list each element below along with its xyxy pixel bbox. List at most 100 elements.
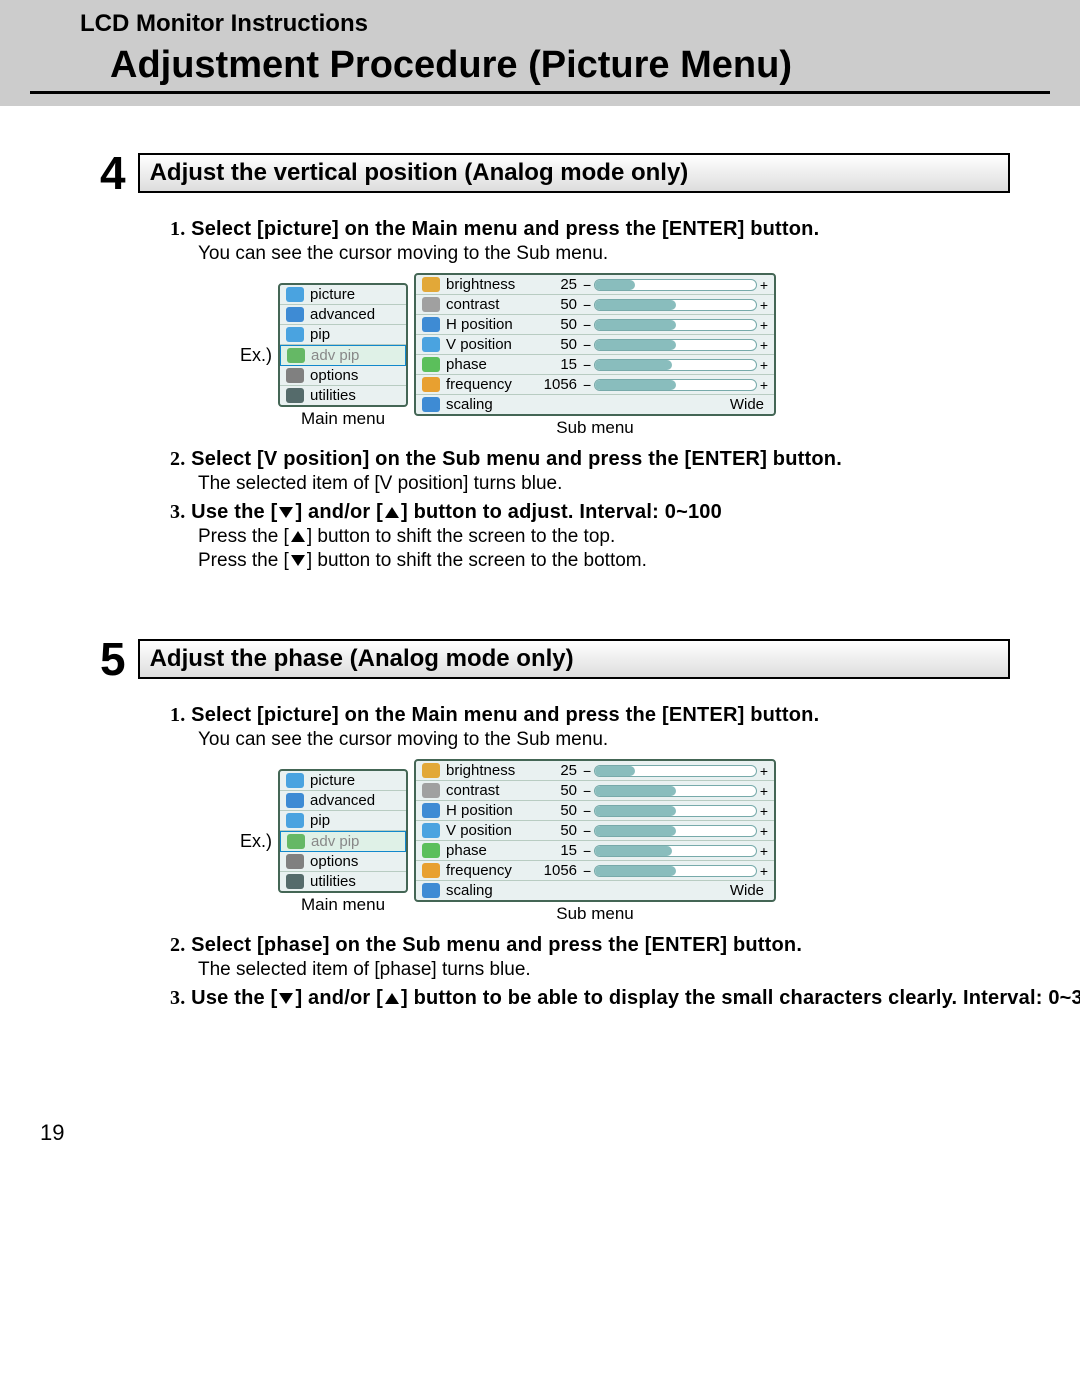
plus-icon: + [760,317,768,333]
step-text: 1. Select [picture] on the Main menu and… [170,218,1040,241]
sub-item-value: 50 [537,296,577,313]
sub-item-value: 50 [537,316,577,333]
menu-item-label: advanced [310,792,375,809]
main-menu-item[interactable]: picture [280,771,406,791]
sub-item-label: phase [446,356,531,373]
sub-item-icon [422,297,440,312]
main-menu-item[interactable]: advanced [280,791,406,811]
main-menu-item[interactable]: options [280,852,406,872]
menu-item-icon [286,854,304,869]
slider-track[interactable] [594,845,757,857]
sub-menu-panel: brightness 25 − + contrast 50 − + H po [414,759,776,902]
sub-item-icon [422,863,440,878]
main-menu-caption: Main menu [301,895,385,915]
sub-item-icon [422,843,440,858]
sub-menu-item[interactable]: V position 50 − + [416,821,774,841]
menu-item-icon [286,287,304,302]
minus-icon: − [583,863,591,879]
sub-item-label: scaling [446,396,531,413]
sub-item-value: 1056 [537,862,577,879]
menu-item-label: options [310,853,358,870]
slider-track[interactable] [594,299,757,311]
slider-track[interactable] [594,785,757,797]
section-number: 5 [100,632,126,686]
minus-icon: − [583,297,591,313]
plus-icon: + [760,783,768,799]
main-menu-item[interactable]: utilities [280,386,406,405]
main-menu-item[interactable]: pip [280,325,406,345]
sub-menu-item[interactable]: frequency 1056 − + [416,375,774,395]
sub-item-icon [422,357,440,372]
step-text: 2. Select [phase] on the Sub menu and pr… [170,934,1040,957]
sub-menu-item[interactable]: contrast 50 − + [416,781,774,801]
sub-item-value: 25 [537,762,577,779]
main-menu-caption: Main menu [301,409,385,429]
slider-track[interactable] [594,319,757,331]
sub-item-value: Wide [537,396,768,413]
minus-icon: − [583,763,591,779]
menu-item-label: pip [310,812,330,829]
main-menu-item[interactable]: options [280,366,406,386]
sub-menu-item[interactable]: brightness 25 − + [416,761,774,781]
main-menu-item[interactable]: utilities [280,872,406,891]
sub-item-icon [422,337,440,352]
sub-menu-item[interactable]: phase 15 − + [416,841,774,861]
menu-item-icon [286,307,304,322]
sub-item-icon [422,803,440,818]
doc-subtitle: LCD Monitor Instructions [0,10,1080,38]
sub-menu-item[interactable]: contrast 50 − + [416,295,774,315]
sub-menu-item[interactable]: V position 50 − + [416,335,774,355]
sub-item-label: contrast [446,296,531,313]
sub-menu-item[interactable]: scaling Wide [416,881,774,900]
slider-track[interactable] [594,865,757,877]
step-subtext: The selected item of [phase] turns blue. [198,959,1040,981]
sub-item-label: H position [446,316,531,333]
minus-icon: − [583,823,591,839]
doc-title: Adjustment Procedure (Picture Menu) [30,44,1050,94]
menu-item-icon [286,368,304,383]
menu-item-icon [286,874,304,889]
menu-item-label: utilities [310,873,356,890]
slider-track[interactable] [594,339,757,351]
sub-item-icon [422,783,440,798]
sub-item-value: Wide [537,882,768,899]
main-menu-item[interactable]: advanced [280,305,406,325]
slider-track[interactable] [594,825,757,837]
menu-item-icon [286,813,304,828]
sub-menu-item[interactable]: phase 15 − + [416,355,774,375]
plus-icon: + [760,843,768,859]
sub-menu-item[interactable]: frequency 1056 − + [416,861,774,881]
slider-track[interactable] [594,765,757,777]
example-label: Ex.) [240,831,272,852]
main-menu-item[interactable]: picture [280,285,406,305]
sub-menu-item[interactable]: H position 50 − + [416,315,774,335]
main-menu-item[interactable]: adv pip [280,345,406,366]
example-label: Ex.) [240,345,272,366]
sub-item-icon [422,823,440,838]
main-menu-item[interactable]: adv pip [280,831,406,852]
step-subtext: Press the [] button to shift the screen … [198,526,1040,548]
sub-menu-item[interactable]: scaling Wide [416,395,774,414]
slider-track[interactable] [594,379,757,391]
sub-item-icon [422,277,440,292]
triangle-down-icon [279,507,293,518]
sub-item-label: scaling [446,882,531,899]
sub-menu-item[interactable]: brightness 25 − + [416,275,774,295]
slider-track[interactable] [594,359,757,371]
plus-icon: + [760,357,768,373]
triangle-up-icon [385,507,399,518]
step-subtext: The selected item of [V position] turns … [198,473,1040,495]
main-menu-panel: picture advanced pip adv pip options uti… [278,769,408,893]
sub-menu-caption: Sub menu [556,904,634,924]
slider-track[interactable] [594,805,757,817]
minus-icon: − [583,783,591,799]
menu-item-icon [286,388,304,403]
menu-item-label: picture [310,772,355,789]
menu-item-label: adv pip [311,833,359,850]
slider-track[interactable] [594,279,757,291]
sub-menu-item[interactable]: H position 50 − + [416,801,774,821]
main-menu-item[interactable]: pip [280,811,406,831]
sub-menu-caption: Sub menu [556,418,634,438]
minus-icon: − [583,337,591,353]
menu-item-icon [286,773,304,788]
